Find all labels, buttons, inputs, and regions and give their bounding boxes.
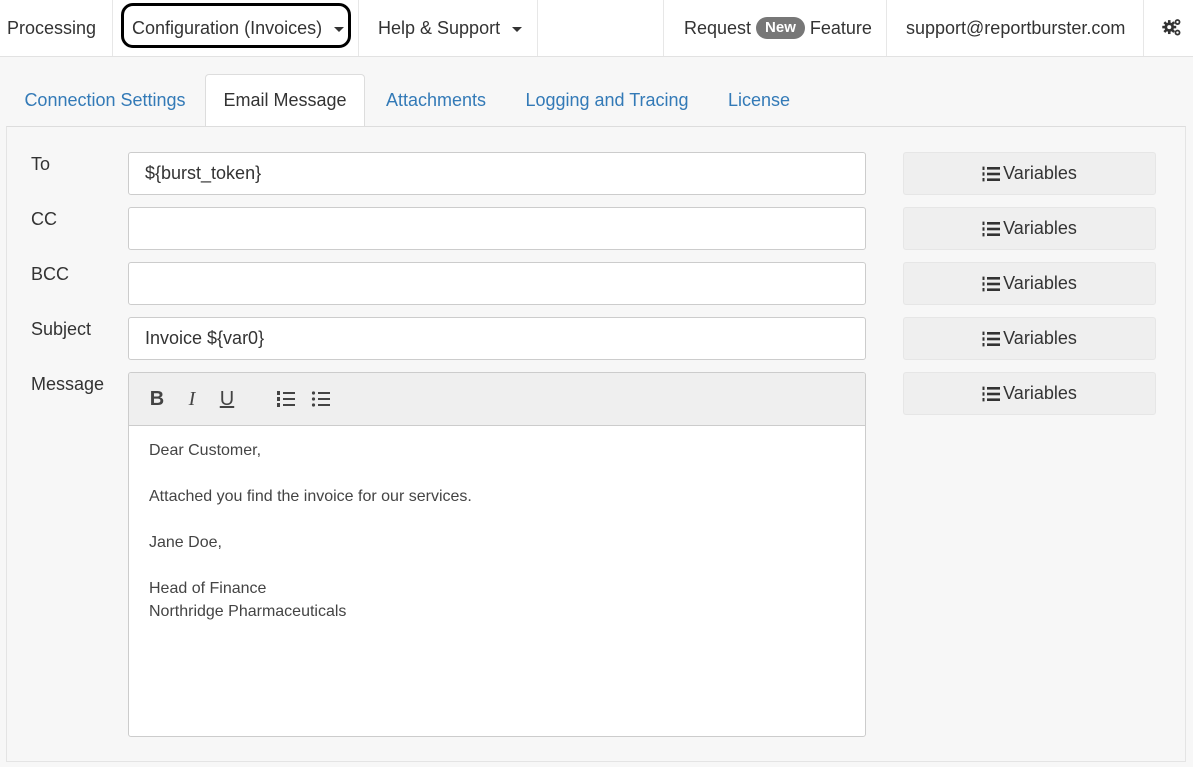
request-prefix: Request [684, 17, 752, 38]
top-navbar: Processing Configuration (Invoices) Help… [0, 0, 1193, 57]
nav-divider [112, 0, 113, 56]
italic-icon: I [188, 387, 196, 410]
bcc-variables-button[interactable]: Variables [903, 262, 1156, 305]
tab-email-message[interactable]: Email Message [205, 74, 365, 127]
list-ol-icon [982, 386, 1001, 401]
tab-logging-and-tracing[interactable]: Logging and Tracing [514, 74, 700, 127]
nav-support-email[interactable]: support@reportburster.com [906, 0, 1125, 56]
cc-label: CC [31, 209, 57, 229]
nav-processing-label: Processing [7, 17, 97, 38]
underline-button[interactable]: U [215, 387, 239, 411]
underline-icon: U [219, 387, 235, 410]
to-input[interactable] [128, 152, 866, 195]
variables-label: Variables [1003, 328, 1077, 348]
settings-button[interactable] [1161, 0, 1183, 56]
nav-help-label: Help & Support [378, 17, 501, 38]
italic-button[interactable]: I [180, 387, 204, 411]
message-line: Head of Finance [149, 580, 267, 597]
variables-label: Variables [1003, 218, 1077, 238]
configuration-highlight-outline [121, 3, 351, 48]
list-ol-icon [982, 166, 1001, 181]
tab-label: Email Message [223, 90, 347, 110]
bold-button[interactable]: B [145, 387, 169, 411]
bullet-list-button[interactable] [309, 387, 333, 411]
message-label: Message [31, 374, 105, 394]
tab-label: Attachments [385, 90, 487, 110]
list-ol-icon [982, 331, 1001, 346]
new-badge: New [756, 17, 805, 39]
bcc-input[interactable] [128, 262, 866, 305]
request-suffix: Feature [809, 17, 872, 38]
message-line: Jane Doe, [149, 534, 222, 551]
list-ol-icon [982, 221, 1001, 236]
tab-label: Logging and Tracing [525, 90, 689, 110]
tab-attachments[interactable]: Attachments [374, 74, 498, 127]
tab-connection-settings[interactable]: Connection Settings [12, 74, 198, 127]
subject-input[interactable] [128, 317, 866, 360]
message-line [149, 508, 849, 531]
nav-divider [663, 0, 664, 56]
chevron-down-icon [512, 26, 523, 32]
editor-content[interactable]: Dear Customer, Attached you find the inv… [149, 439, 849, 623]
nav-divider [537, 0, 538, 56]
nav-request-feature[interactable]: Request New Feature [684, 0, 872, 56]
list-ol-icon [982, 276, 1001, 291]
tab-label: Connection Settings [24, 90, 186, 110]
subject-label: Subject [31, 319, 92, 339]
nav-divider [1143, 0, 1144, 56]
variables-label: Variables [1003, 163, 1077, 183]
support-email-label: support@reportburster.com [906, 17, 1126, 38]
cc-variables-button[interactable]: Variables [903, 207, 1156, 250]
tab-label: License [727, 90, 791, 110]
nav-help-dropdown[interactable]: Help & Support [378, 0, 523, 56]
message-line: Northridge Pharmaceuticals [149, 603, 347, 620]
to-label: To [31, 154, 51, 174]
to-variables-button[interactable]: Variables [903, 152, 1156, 195]
tab-license[interactable]: License [716, 74, 802, 127]
variables-label: Variables [1003, 273, 1077, 293]
bullet-list-icon [311, 391, 330, 407]
message-line [149, 462, 849, 485]
gears-icon [1162, 19, 1181, 36]
bcc-label: BCC [31, 264, 70, 284]
nav-divider [358, 0, 359, 56]
message-line: Dear Customer, [149, 442, 262, 459]
editor-toolbar: B I U [129, 373, 865, 426]
bold-icon: B [149, 387, 165, 410]
nav-processing[interactable]: Processing [7, 0, 96, 56]
message-editor[interactable]: B I U Dear Customer, Attached you find t… [128, 372, 866, 737]
variables-label: Variables [1003, 383, 1077, 403]
subject-variables-button[interactable]: Variables [903, 317, 1156, 360]
message-line [149, 554, 849, 577]
message-variables-button[interactable]: Variables [903, 372, 1156, 415]
ordered-list-icon [277, 391, 295, 407]
ordered-list-button[interactable] [274, 387, 298, 411]
message-line: Attached you find the invoice for our se… [149, 488, 472, 505]
cc-input[interactable] [128, 207, 866, 250]
nav-divider [886, 0, 887, 56]
